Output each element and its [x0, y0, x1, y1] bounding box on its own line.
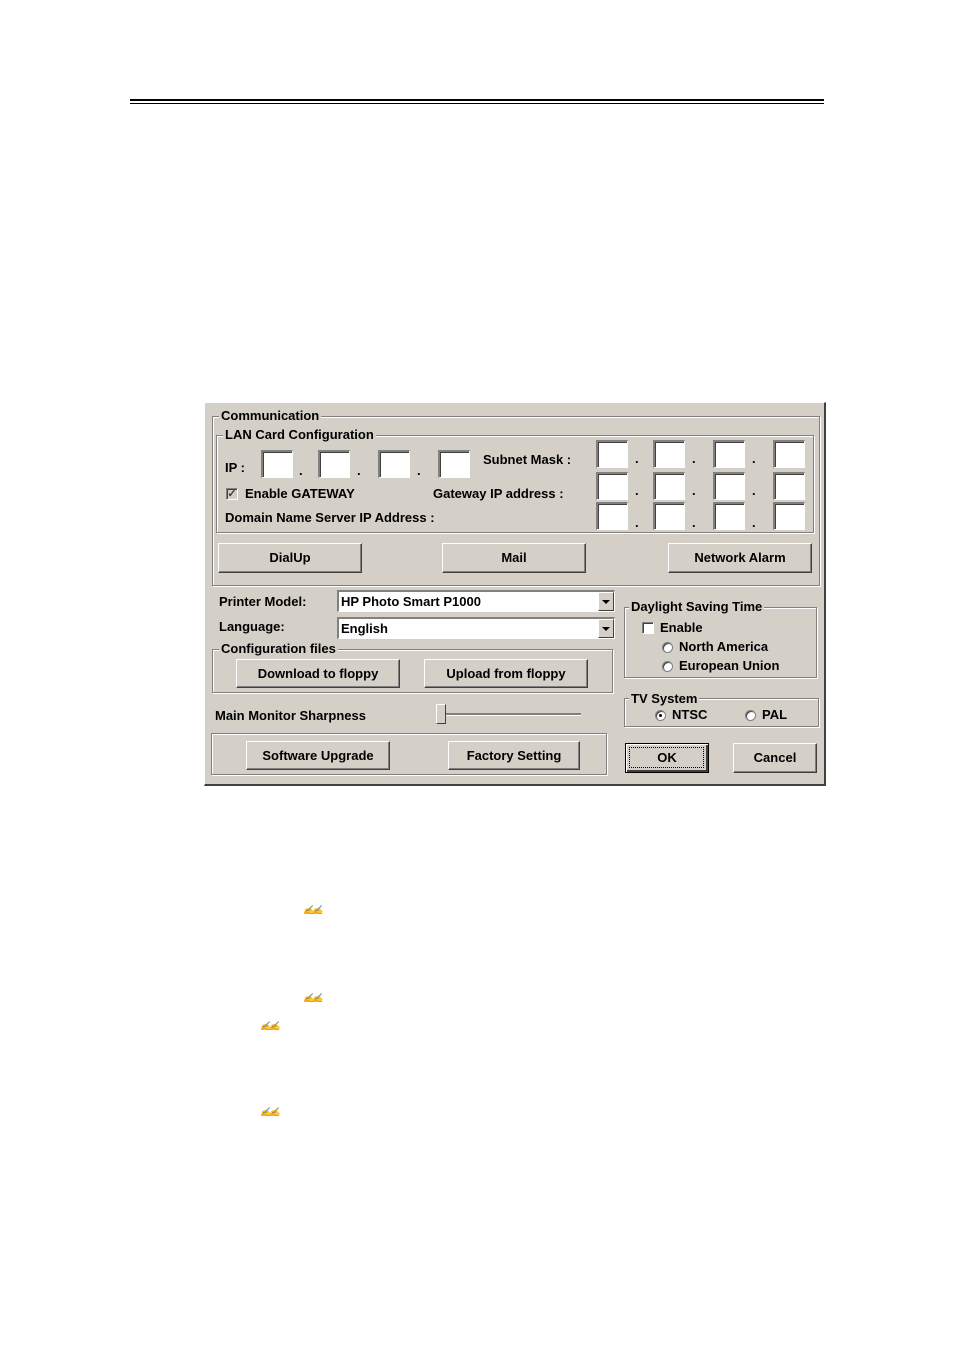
subnet-octet-1[interactable]	[596, 440, 628, 468]
dns-octet-4[interactable]	[773, 502, 805, 530]
tv-system-title: TV System	[629, 691, 700, 707]
gateway-octet-4[interactable]	[773, 472, 805, 500]
dns-dot: .	[752, 515, 756, 530]
ok-button[interactable]: OK	[625, 743, 709, 773]
subnet-dot: .	[635, 451, 639, 466]
download-to-floppy-button[interactable]: Download to floppy	[236, 659, 400, 688]
sharpness-label: Main Monitor Sharpness	[215, 708, 366, 723]
header-rule-bottom	[130, 103, 824, 104]
chevron-down-icon[interactable]	[598, 592, 614, 611]
subnet-dot: .	[752, 451, 756, 466]
tv-pal-radio[interactable]	[745, 710, 756, 721]
ip-label: IP :	[225, 460, 245, 475]
dns-octet-1[interactable]	[596, 502, 628, 530]
pencil-bullet-icon: ✍✍	[260, 1021, 280, 1031]
pencil-bullet-icon: ✍✍	[303, 993, 323, 1003]
software-upgrade-button[interactable]: Software Upgrade	[246, 741, 390, 770]
enable-gateway-label: Enable GATEWAY	[245, 486, 355, 501]
ip-octet-3[interactable]	[378, 450, 410, 478]
gateway-dot: .	[692, 483, 696, 498]
gateway-dot: .	[752, 483, 756, 498]
config-files-group: Configuration files Download to floppy U…	[212, 641, 613, 693]
tv-ntsc-label: NTSC	[672, 707, 708, 722]
language-value: English	[341, 621, 388, 636]
dns-dot: .	[692, 515, 696, 530]
dst-european-union-radio[interactable]	[662, 661, 673, 672]
ip-octet-1[interactable]	[261, 450, 293, 478]
tv-pal-label: PAL	[762, 707, 788, 722]
dns-octet-3[interactable]	[713, 502, 745, 530]
subnet-octet-3[interactable]	[713, 440, 745, 468]
ip-octet-4[interactable]	[438, 450, 470, 478]
subnet-dot: .	[692, 451, 696, 466]
mail-button[interactable]: Mail	[442, 543, 586, 573]
subnet-octet-2[interactable]	[653, 440, 685, 468]
maintenance-group: Software Upgrade Factory Setting	[211, 733, 607, 775]
factory-setting-button[interactable]: Factory Setting	[448, 741, 580, 770]
dst-north-america-radio[interactable]	[662, 642, 673, 653]
printer-model-value: HP Photo Smart P1000	[341, 594, 481, 609]
subnet-mask-label: Subnet Mask :	[483, 452, 572, 467]
lan-config-group: LAN Card Configuration IP : . . . Subnet…	[216, 427, 814, 533]
config-files-title: Configuration files	[219, 641, 338, 657]
dns-ip-label: Domain Name Server IP Address :	[225, 510, 435, 525]
dns-octet-2[interactable]	[653, 502, 685, 530]
language-select[interactable]: English	[337, 617, 615, 639]
focus-indicator	[629, 747, 704, 768]
pencil-bullet-icon: ✍✍	[303, 905, 323, 915]
network-alarm-button[interactable]: Network Alarm	[668, 543, 812, 573]
ip-dot: .	[357, 463, 361, 478]
communication-group-title: Communication	[219, 408, 322, 424]
gateway-octet-1[interactable]	[596, 472, 628, 500]
dialup-button[interactable]: DialUp	[218, 543, 362, 573]
dst-group: Daylight Saving Time Enable North Americ…	[624, 599, 817, 678]
chevron-down-icon[interactable]	[598, 619, 614, 638]
lan-config-title: LAN Card Configuration	[223, 427, 376, 443]
printer-model-label: Printer Model:	[219, 594, 307, 609]
ip-octet-2[interactable]	[318, 450, 350, 478]
communication-group: Communication LAN Card Configuration IP …	[212, 408, 820, 586]
sharpness-slider-track[interactable]	[441, 713, 581, 716]
tv-system-group: TV System NTSC PAL	[624, 691, 819, 727]
enable-gateway-checkbox[interactable]: ✓	[226, 488, 238, 500]
header-rule-top	[130, 99, 824, 101]
dst-enable-checkbox[interactable]	[642, 622, 654, 634]
printer-model-select[interactable]: HP Photo Smart P1000	[337, 590, 615, 612]
dst-title: Daylight Saving Time	[629, 599, 765, 615]
subnet-octet-4[interactable]	[773, 440, 805, 468]
upload-from-floppy-button[interactable]: Upload from floppy	[424, 659, 588, 688]
gateway-octet-3[interactable]	[713, 472, 745, 500]
gateway-octet-2[interactable]	[653, 472, 685, 500]
dst-enable-label: Enable	[660, 620, 703, 635]
gateway-ip-label: Gateway IP address :	[433, 486, 564, 501]
gateway-dot: .	[635, 483, 639, 498]
settings-dialog: Communication LAN Card Configuration IP …	[204, 402, 826, 786]
ip-dot: .	[299, 463, 303, 478]
ip-dot: .	[417, 463, 421, 478]
dst-north-america-label: North America	[679, 639, 769, 654]
dns-dot: .	[635, 515, 639, 530]
dst-european-union-label: European Union	[679, 658, 780, 673]
sharpness-slider-thumb[interactable]	[436, 704, 446, 724]
language-label: Language:	[219, 619, 285, 634]
pencil-bullet-icon: ✍✍	[260, 1107, 280, 1117]
cancel-button[interactable]: Cancel	[733, 743, 817, 773]
tv-ntsc-radio[interactable]	[655, 710, 666, 721]
